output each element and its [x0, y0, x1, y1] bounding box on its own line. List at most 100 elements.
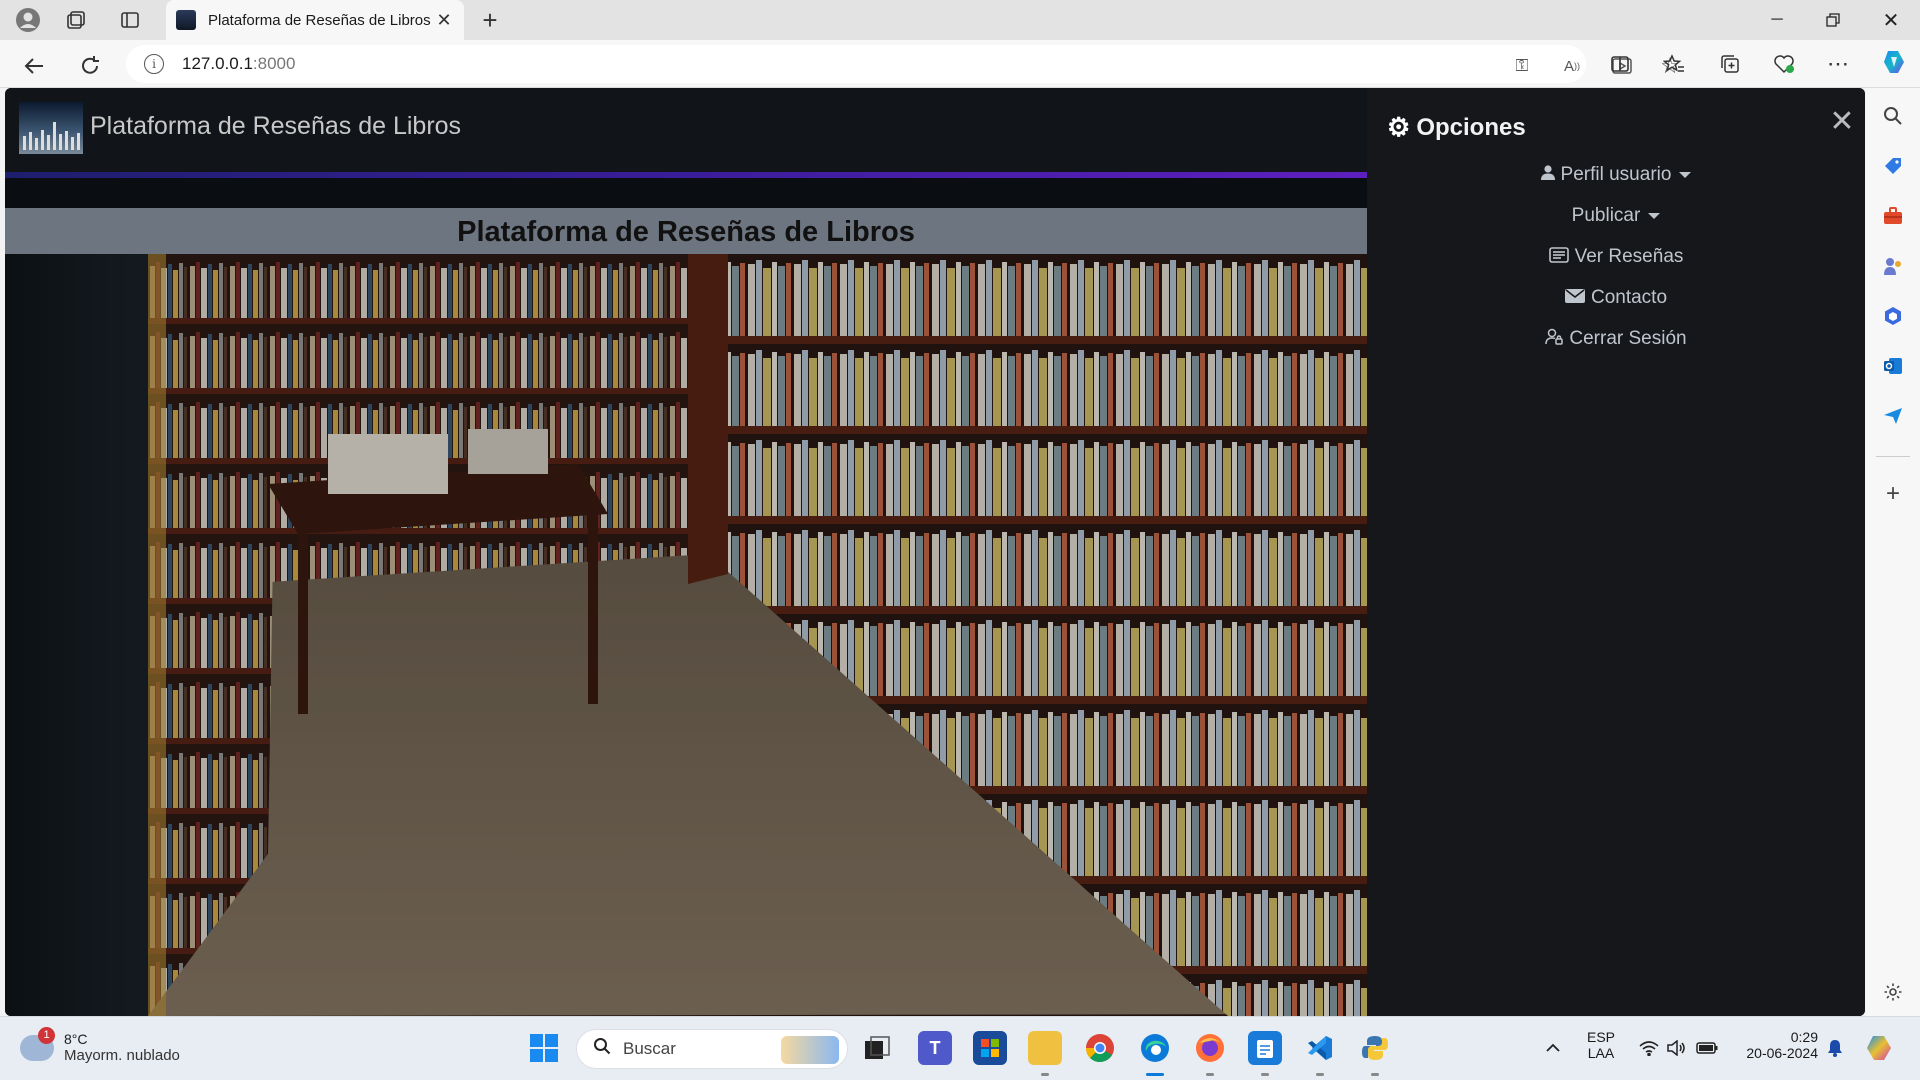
menu-item-contacto[interactable]: Contacto	[1367, 284, 1865, 312]
site-navbar: Plataforma de Reseñas de Libros	[5, 88, 1367, 172]
volume-icon[interactable]	[1659, 1031, 1693, 1065]
search-icon[interactable]	[1881, 104, 1905, 128]
firefox-icon[interactable]	[1193, 1031, 1227, 1065]
running-indicator	[1316, 1073, 1324, 1076]
running-indicator	[1371, 1073, 1379, 1076]
clock-date: 20-06-2024	[1746, 1045, 1818, 1061]
menu-item-cerrar-sesion[interactable]: Cerrar Sesión	[1367, 325, 1865, 353]
browser-essentials-icon[interactable]	[1770, 50, 1798, 78]
browser-tab-bar: Plataforma de Reseñas de Libros ✕ + ─ ✕	[0, 0, 1920, 40]
site-logo[interactable]	[19, 102, 83, 154]
taskbar-search[interactable]: Buscar	[576, 1029, 848, 1069]
person-icon	[1540, 164, 1555, 186]
settings-icon[interactable]	[1881, 980, 1905, 1004]
edge-icon[interactable]	[1138, 1031, 1172, 1065]
clock[interactable]: 0:29 20-06-2024	[1732, 1029, 1818, 1061]
search-icon	[593, 1037, 611, 1061]
active-tab[interactable]: Plataforma de Reseñas de Libros ✕	[166, 0, 464, 40]
favorites-icon[interactable]	[1660, 50, 1688, 78]
language-bottom: LAA	[1587, 1045, 1615, 1061]
person-lock-icon	[1545, 328, 1564, 351]
start-button[interactable]	[527, 1031, 561, 1065]
search-placeholder: Buscar	[623, 1039, 676, 1058]
tab-favicon-icon	[176, 10, 196, 30]
outlook-icon[interactable]	[1881, 354, 1905, 378]
menu-item-label: Cerrar Sesión	[1569, 328, 1687, 349]
vscode-icon[interactable]	[1303, 1031, 1337, 1065]
offcanvas-menu: ⚙ Opciones ✕ Perfil usuario Publicar Ver…	[1367, 88, 1865, 1016]
sidebar-divider	[1876, 456, 1910, 457]
refresh-icon[interactable]	[76, 52, 104, 80]
language-top: ESP	[1586, 1029, 1615, 1045]
chrome-icon[interactable]	[1083, 1031, 1117, 1065]
hero-title: Plataforma de Reseñas de Libros	[457, 216, 915, 248]
notepad-icon[interactable]	[1248, 1031, 1282, 1065]
caret-down-icon	[1648, 213, 1661, 219]
menu-item-label: Publicar	[1571, 205, 1641, 226]
send-icon[interactable]	[1881, 404, 1905, 428]
gear-icon: ⚙	[1387, 112, 1411, 142]
running-indicator	[1041, 1073, 1049, 1076]
menu-item-publicar[interactable]: Publicar	[1367, 202, 1865, 230]
browser-toolbar: i 127.0.0.1:8000 ⚿ A)) ☆ ⋯	[0, 40, 1920, 88]
url-host: 127.0.0.1	[182, 54, 253, 73]
notification-bell-icon[interactable]	[1818, 1031, 1852, 1065]
task-view-icon[interactable]	[860, 1031, 894, 1065]
python-icon[interactable]	[1358, 1031, 1392, 1065]
url-port: :8000	[252, 54, 296, 73]
weather-temp: 8°C	[64, 1031, 88, 1047]
add-icon[interactable]: +	[1881, 480, 1905, 507]
file-explorer-icon[interactable]	[1028, 1031, 1062, 1065]
bookstore-hero-image	[148, 254, 1367, 1016]
close-tab-icon[interactable]: ✕	[434, 10, 454, 31]
restore-icon[interactable]	[1810, 4, 1856, 36]
offcanvas-title: ⚙ Opciones	[1387, 112, 1526, 143]
read-aloud-icon[interactable]: A))	[1560, 54, 1584, 78]
offcanvas-title-text: Opciones	[1416, 113, 1526, 141]
tools-icon[interactable]	[1881, 204, 1905, 228]
key-icon[interactable]: ⚿	[1510, 54, 1534, 78]
cloudy-weather-icon: 1	[20, 1026, 55, 1061]
menu-item-ver-resenas[interactable]: Ver Reseñas	[1367, 243, 1865, 271]
weather-desc: Mayorm. nublado	[64, 1047, 180, 1064]
address-bar[interactable]: i 127.0.0.1:8000 ⚿ A)) ☆	[126, 45, 1680, 83]
collections-icon[interactable]	[1716, 50, 1744, 78]
menu-item-perfil-usuario[interactable]: Perfil usuario	[1367, 161, 1865, 189]
minimize-icon[interactable]: ─	[1754, 4, 1800, 36]
caret-down-icon	[1679, 172, 1692, 178]
vertical-tabs-icon[interactable]	[116, 6, 144, 34]
search-highlight-icon	[781, 1036, 839, 1064]
chevron-up-icon[interactable]	[1536, 1031, 1570, 1065]
running-indicator	[1206, 1073, 1214, 1076]
weather-badge: 1	[38, 1026, 55, 1044]
new-tab-icon[interactable]: +	[476, 5, 504, 35]
clock-time: 0:29	[1790, 1029, 1818, 1045]
site-info-icon[interactable]: i	[144, 54, 164, 74]
profile-icon[interactable]	[14, 6, 42, 34]
store-icon[interactable]	[973, 1031, 1007, 1065]
tab-title: Plataforma de Reseñas de Libros	[208, 11, 431, 29]
copilot-icon[interactable]	[1880, 48, 1908, 76]
hero-header: Plataforma de Reseñas de Libros	[5, 208, 1367, 254]
copilot-taskbar-icon[interactable]	[1862, 1031, 1896, 1065]
teams-icon[interactable]: T	[918, 1031, 952, 1065]
more-options-icon[interactable]: ⋯	[1824, 50, 1852, 78]
card-text-icon	[1548, 246, 1569, 268]
menu-item-label: Perfil usuario	[1560, 164, 1672, 185]
menu-item-label: Contacto	[1590, 287, 1668, 308]
site-brand[interactable]: Plataforma de Reseñas de Libros	[90, 112, 461, 141]
battery-icon[interactable]	[1690, 1031, 1724, 1065]
microsoft-365-icon[interactable]	[1881, 304, 1905, 328]
back-icon[interactable]	[20, 52, 48, 80]
running-indicator	[1261, 1073, 1269, 1076]
weather-widget[interactable]: 1 8°C Mayorm. nublado	[20, 1026, 180, 1064]
close-icon[interactable]: ✕	[1827, 105, 1857, 138]
workspaces-icon[interactable]	[62, 6, 90, 34]
shopping-tag-icon[interactable]	[1881, 154, 1905, 178]
games-icon[interactable]	[1881, 254, 1905, 278]
split-screen-icon[interactable]	[1606, 50, 1634, 78]
close-window-icon[interactable]: ✕	[1868, 4, 1914, 36]
language-indicator[interactable]: ESP LAA	[1584, 1029, 1618, 1061]
windows-taskbar: 1 8°C Mayorm. nublado Buscar T ESP LAA 0…	[0, 1016, 1920, 1080]
edge-sidebar: +	[1866, 88, 1920, 1016]
